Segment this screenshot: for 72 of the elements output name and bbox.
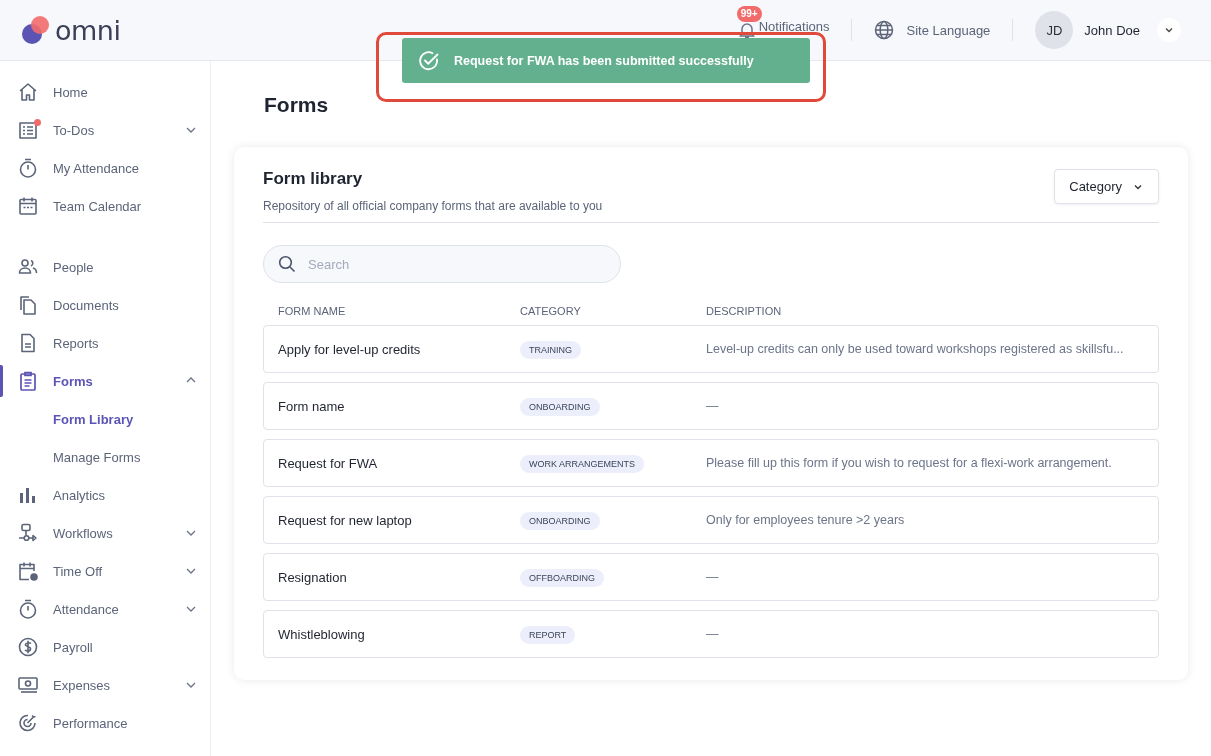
clipboard-icon bbox=[17, 370, 39, 392]
form-row[interactable]: Apply for level-up credits TRAINING Level-up credits can only be used toward workshops registered as skillsfu... bbox=[263, 325, 1159, 373]
sidebar-item[interactable]: People bbox=[0, 248, 210, 286]
logo-icon bbox=[21, 15, 51, 45]
column-header: FORM NAME bbox=[278, 305, 347, 317]
sidebar-item[interactable]: To-Dos bbox=[0, 111, 210, 149]
category-tag: TRAINING bbox=[520, 341, 581, 359]
banknote-icon bbox=[17, 674, 39, 696]
sidebar-item[interactable]: Performance bbox=[0, 704, 210, 742]
calendar-icon bbox=[17, 195, 39, 217]
documents-icon bbox=[17, 294, 39, 316]
form-description: — bbox=[706, 627, 720, 641]
sidebar-item[interactable]: Payroll bbox=[0, 628, 210, 666]
check-circle-icon bbox=[418, 49, 440, 72]
column-header: DESCRIPTION bbox=[706, 305, 783, 317]
sidebar-subitem[interactable]: Manage Forms bbox=[0, 438, 210, 476]
form-name: Request for FWA bbox=[278, 455, 379, 471]
form-description: Only for employees tenure >2 years bbox=[706, 513, 906, 527]
category-tag: ONBOARDING bbox=[520, 512, 600, 530]
calendar-clock-icon bbox=[17, 560, 39, 582]
form-row[interactable]: Request for new laptop ONBOARDING Only for employees tenure >2 years bbox=[263, 496, 1159, 544]
sidebar-item[interactable]: My Attendance bbox=[0, 149, 210, 187]
notification-badge: 99+ bbox=[736, 6, 762, 22]
form-row[interactable]: Request for FWA WORK ARRANGEMENTS Please fill up this form if you wish to request for a flexi-work arrangement. bbox=[263, 439, 1159, 487]
form-description: — bbox=[706, 570, 720, 584]
search-field[interactable]: Search bbox=[263, 245, 621, 283]
toast-message: Request for FWA has been submitted successfully bbox=[454, 53, 754, 68]
page-title: Forms bbox=[264, 93, 330, 117]
sidebar-item[interactable]: Attendance bbox=[0, 590, 210, 628]
stopwatch-icon bbox=[17, 157, 39, 179]
form-name: Whistleblowing bbox=[278, 626, 366, 642]
search-icon bbox=[278, 255, 296, 273]
sidebar-item[interactable]: Analytics bbox=[0, 476, 210, 514]
sidebar-subitem[interactable]: Form Library bbox=[0, 400, 210, 438]
form-description: — bbox=[706, 399, 720, 413]
user-avatar[interactable]: JD bbox=[1035, 11, 1074, 49]
form-name: Form name bbox=[278, 398, 346, 414]
card-subtitle: Repository of all official company forms that are available to you bbox=[263, 199, 603, 213]
home-icon bbox=[17, 81, 39, 103]
form-row[interactable]: Whistleblowing REPORT — bbox=[263, 610, 1159, 658]
form-name: Request for new laptop bbox=[278, 512, 413, 528]
category-tag: REPORT bbox=[520, 626, 576, 644]
form-row[interactable]: Form name ONBOARDING — bbox=[263, 382, 1159, 430]
sidebar-item[interactable]: Team Calendar bbox=[0, 187, 210, 225]
sidebar-item[interactable]: Time Off bbox=[0, 552, 210, 590]
sidebar-item[interactable]: Reports bbox=[0, 324, 210, 362]
globe-icon[interactable] bbox=[874, 20, 895, 40]
form-name: Apply for level-up credits bbox=[278, 341, 422, 357]
category-tag: ONBOARDING bbox=[520, 398, 600, 416]
stopwatch-icon bbox=[17, 598, 39, 620]
dollar-icon bbox=[17, 636, 39, 658]
category-filter-dropdown[interactable]: Category bbox=[1054, 169, 1159, 204]
card-title: Form library bbox=[263, 169, 364, 189]
category-tag: OFFBOARDING bbox=[520, 569, 604, 587]
sidebar-item[interactable]: Workflows bbox=[0, 514, 210, 552]
performance-icon bbox=[17, 712, 39, 734]
sidebar-item[interactable]: Documents bbox=[0, 286, 210, 324]
form-description: Level-up credits can only be used toward workshops registered as skillsfu... bbox=[706, 342, 1125, 356]
sidebar-item[interactable]: Forms bbox=[0, 362, 210, 400]
form-row[interactable]: Resignation OFFBOARDING — bbox=[263, 553, 1159, 601]
bell-icon[interactable] bbox=[736, 20, 757, 40]
workflow-icon bbox=[17, 522, 39, 544]
sidebar-item[interactable]: Home bbox=[0, 73, 210, 111]
site-language-link[interactable]: Site Language bbox=[906, 22, 991, 38]
sidebar-item[interactable]: Expenses bbox=[0, 666, 210, 704]
category-tag: WORK ARRANGEMENTS bbox=[520, 455, 644, 473]
logo-text: omni bbox=[55, 14, 121, 46]
form-description: Please fill up this form if you wish to request for a flexi-work arrangement. bbox=[706, 456, 1113, 470]
form-name: Resignation bbox=[278, 569, 348, 585]
checklist-icon bbox=[17, 119, 39, 141]
column-header: CATEGORY bbox=[520, 305, 582, 317]
user-name: John Doe bbox=[1084, 22, 1140, 38]
